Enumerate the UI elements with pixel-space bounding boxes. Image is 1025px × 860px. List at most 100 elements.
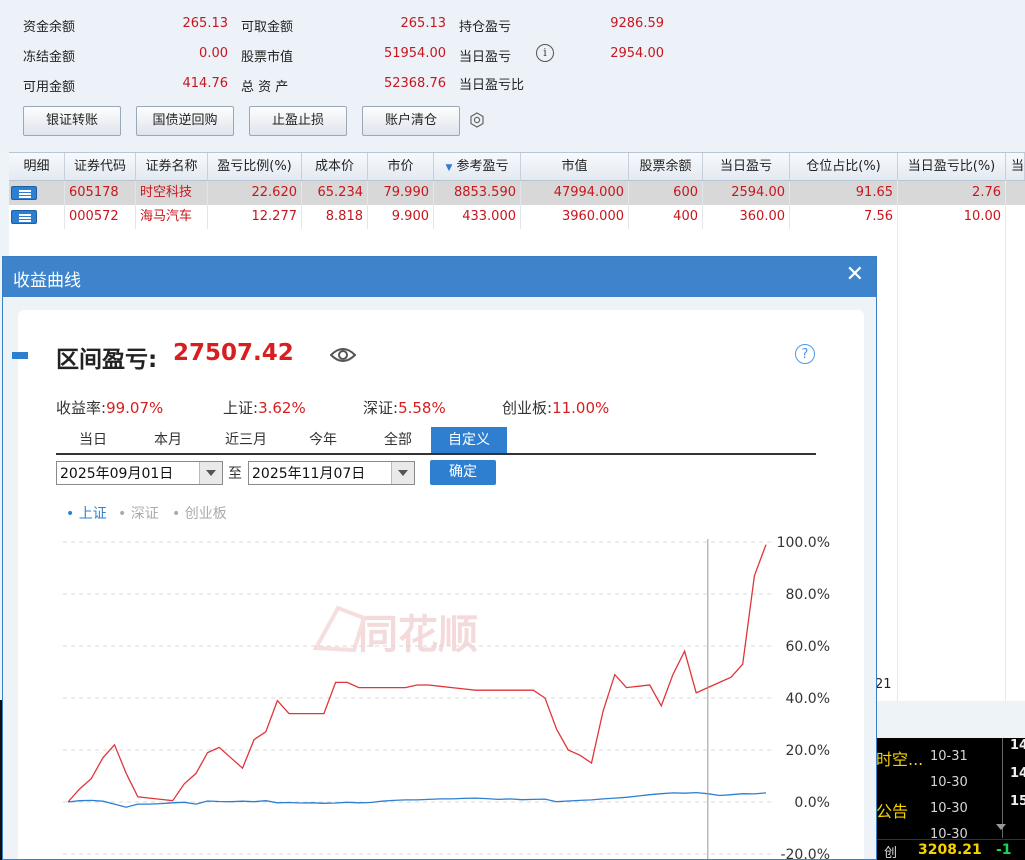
detail-list-icon[interactable] [11, 210, 37, 224]
y-tick-label: 20.0% [786, 743, 830, 759]
code-cell: 000572 [65, 205, 136, 229]
side-digit: 14 [1010, 738, 1025, 753]
legend-label: 上证 [78, 506, 107, 522]
price-cell: 79.990 [368, 181, 434, 205]
end-date-value: 2025年11月07日 [252, 466, 366, 482]
profit-card: 区间盈亏: 27507.42 ? 收益率:99.07% 上证:3.62% 深证:… [12, 310, 864, 860]
tab-this-year[interactable]: 今年 [290, 427, 356, 453]
y-tick-label: 80.0% [786, 587, 830, 603]
stock-short-name[interactable]: 时空... [876, 746, 923, 770]
cash-balance-value: 265.13 [182, 16, 229, 31]
dialog-titlebar[interactable]: 收益曲线 ✕ [3, 257, 876, 297]
detail-cell[interactable] [9, 181, 65, 205]
stat-value: 11.00% [552, 399, 610, 417]
index-label: 创 [884, 846, 898, 860]
index-value: 3208.21 [918, 842, 982, 858]
settings-gear-icon[interactable] [469, 112, 485, 128]
side-column: 14 14 15 [1002, 738, 1025, 838]
col-detail[interactable]: 明细 [9, 153, 65, 180]
daily-pl-value: 2954.00 [610, 46, 664, 61]
market-value-cell: 47994.000 [521, 181, 629, 205]
reverse-repo-button[interactable]: 国债逆回购 [136, 106, 234, 136]
y-tick-label: 60.0% [786, 639, 830, 655]
col-daily-pl[interactable]: 当日盈亏 [703, 153, 790, 180]
name-cell: 海马汽车 [136, 205, 208, 229]
name-cell: 时空科技 [136, 181, 208, 205]
column-divider [1005, 180, 1006, 701]
table-row[interactable]: 000572 海马汽车 12.277 8.818 9.900 433.000 3… [9, 205, 1025, 229]
col-daily-pl-ratio[interactable]: 当日盈亏比(%) [898, 153, 1006, 180]
stop-profit-loss-button[interactable]: 止盈止损 [249, 106, 347, 136]
cost-cell: 8.818 [302, 205, 368, 229]
range-pl-value: 27507.42 [173, 340, 294, 366]
col-ref-pl-label: 参考盈亏 [456, 159, 509, 174]
col-truncated[interactable]: 当 [1006, 153, 1025, 180]
col-name[interactable]: 证券名称 [136, 153, 208, 180]
legend-item-gem[interactable]: • 创业板 [172, 503, 227, 523]
news-date: 10-30 [930, 775, 968, 790]
legend-item-sh[interactable]: • 上证 [66, 503, 107, 523]
col-price[interactable]: 市价 [368, 153, 434, 180]
side-digit: 15 [1010, 794, 1025, 809]
stat-label: 收益率: [56, 399, 107, 417]
col-shares[interactable]: 股票余额 [629, 153, 703, 180]
code-cell: 605178 [65, 181, 136, 205]
close-icon[interactable]: ✕ [846, 264, 864, 286]
chevron-down-icon[interactable] [391, 462, 414, 484]
shares-cell: 600 [629, 181, 703, 205]
detail-cell[interactable] [9, 205, 65, 229]
detail-list-icon[interactable] [11, 186, 37, 200]
daily-pl-cell: 360.00 [703, 205, 790, 229]
start-date-value: 2025年09月01日 [60, 466, 174, 482]
info-icon[interactable]: i [536, 44, 554, 62]
withdrawable-label: 可取金额 [241, 20, 294, 35]
col-code[interactable]: 证券代码 [65, 153, 136, 180]
table-header: 明细 证券代码 证券名称 盈亏比例(%) 成本价 市价 ▼ 参考盈亏 市值 股票… [9, 153, 1025, 181]
sh-index-stat: 上证:3.62% [223, 397, 306, 418]
tab-all[interactable]: 全部 [365, 427, 431, 453]
table-row[interactable]: 605178 时空科技 22.620 65.234 79.990 8853.59… [9, 181, 1025, 205]
pl-ratio-cell: 12.277 [208, 205, 302, 229]
account-summary: 资金余额 265.13 可取金额 265.13 持仓盈亏 9286.59 冻结金… [0, 0, 1025, 150]
stat-value: 99.07% [106, 399, 164, 417]
col-cost[interactable]: 成本价 [302, 153, 368, 180]
clear-positions-button[interactable]: 账户清仓 [362, 106, 460, 136]
legend-item-sz[interactable]: • 深证 [118, 503, 159, 523]
daily-pl-cell: 2594.00 [703, 181, 790, 205]
cost-cell: 65.234 [302, 181, 368, 205]
stat-value: 3.62% [258, 399, 306, 417]
help-icon[interactable]: ? [795, 344, 815, 364]
daily-pl-label: 当日盈亏 [459, 50, 512, 65]
price-cell: 9.900 [368, 205, 434, 229]
pl-ratio-cell: 22.620 [208, 181, 302, 205]
tab-today[interactable]: 当日 [60, 427, 126, 453]
eye-icon[interactable] [330, 346, 356, 364]
tab-custom[interactable]: 自定义 [431, 427, 507, 453]
daily-pl-ratio-label: 当日盈亏比 [459, 78, 525, 93]
daily-pl-ratio-cell: 2.76 [898, 181, 1006, 205]
column-divider [897, 180, 898, 701]
shares-cell: 400 [629, 205, 703, 229]
scroll-down-icon[interactable] [996, 824, 1006, 830]
col-ref-pl[interactable]: ▼ 参考盈亏 [434, 153, 521, 180]
sz-index-stat: 深证:5.58% [363, 397, 446, 418]
tab-this-month[interactable]: 本月 [135, 427, 201, 453]
legend-label: 深证 [130, 506, 159, 522]
legend-label: 创业板 [184, 506, 227, 522]
tab-three-months[interactable]: 近三月 [210, 427, 282, 453]
col-position-ratio[interactable]: 仓位占比(%) [790, 153, 898, 180]
notice-label[interactable]: 公告 [876, 798, 908, 822]
market-value-cell: 3960.000 [521, 205, 629, 229]
watermark-logo [312, 605, 367, 653]
col-market-value[interactable]: 市值 [521, 153, 629, 180]
stock-value-value: 51954.00 [383, 46, 446, 61]
start-date-picker[interactable]: 2025年09月01日 [56, 461, 223, 485]
position-ratio-cell: 91.65 [790, 181, 898, 205]
profit-line-chart[interactable]: 同花顺 100.0% 80.0% 60.0% 40.0% 20.0% 0.0% -20.0% [18, 530, 864, 860]
confirm-button[interactable]: 确定 [430, 460, 496, 485]
chevron-down-icon[interactable] [199, 462, 222, 484]
dialog-title: 收益曲线 [13, 271, 81, 291]
col-pl-ratio[interactable]: 盈亏比例(%) [208, 153, 302, 180]
end-date-picker[interactable]: 2025年11月07日 [248, 461, 415, 485]
bank-transfer-button[interactable]: 银证转账 [23, 106, 121, 136]
